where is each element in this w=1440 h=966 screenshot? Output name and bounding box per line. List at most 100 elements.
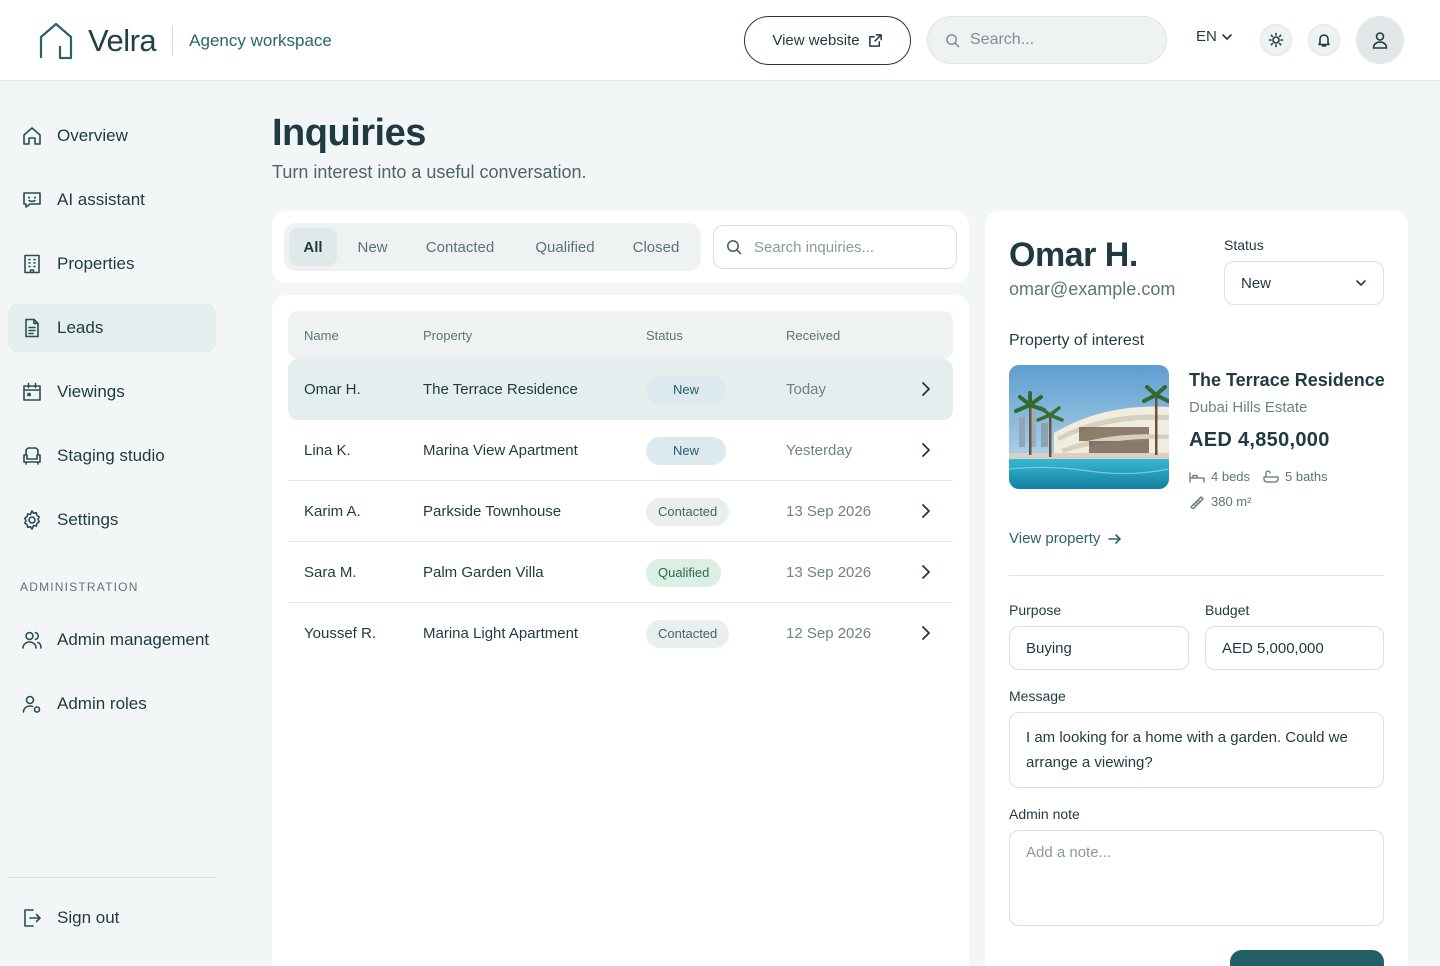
sidebar-item-ai-assistant[interactable]: AI assistant (8, 176, 216, 224)
administration-section-label: ADMINISTRATION (20, 580, 139, 594)
budget-label: Budget (1205, 602, 1250, 618)
notifications-button[interactable] (1308, 24, 1340, 56)
sidebar-item-viewings[interactable]: Viewings (8, 368, 216, 416)
arrow-right-icon (1108, 533, 1122, 544)
row-received: 13 Sep 2026 (786, 564, 872, 581)
status-badge: Contacted (646, 619, 730, 648)
calendar-icon (23, 382, 41, 401)
table-header: Name Property Status Received (288, 311, 953, 359)
page-subtitle: Turn interest into a useful conversation… (272, 162, 587, 182)
language-select[interactable]: EN (1196, 28, 1233, 45)
sofa-icon (23, 447, 41, 465)
row-received: 12 Sep 2026 (786, 625, 872, 642)
baths-label: 5 baths (1285, 469, 1328, 484)
inquiry-search-input[interactable]: Search inquiries... (713, 225, 957, 269)
building-icon (24, 254, 40, 274)
sidebar-item-properties[interactable]: Properties (8, 240, 216, 288)
row-property: Palm Garden Villa (423, 564, 544, 581)
lead-email[interactable]: omar@example.com (1009, 279, 1175, 300)
view-website-button[interactable]: View website (744, 16, 911, 65)
ruler-icon (1190, 495, 1204, 509)
sidebar-item-label: Leads (57, 318, 104, 337)
sidebar-divider (8, 877, 216, 878)
admin-note-input[interactable]: Add a note... (1009, 830, 1384, 926)
message-field[interactable]: I am looking for a home with a garden. C… (1009, 712, 1384, 788)
chevron-right-icon[interactable] (919, 625, 933, 641)
sidebar-item-label: Properties (57, 254, 135, 273)
row-name: Youssef R. (304, 625, 376, 642)
chevron-down-icon (1222, 33, 1232, 40)
bath-icon (1263, 469, 1279, 483)
sidebar-item-admin-management[interactable]: Admin management (8, 616, 216, 664)
tab-contacted[interactable]: Contacted (410, 228, 510, 266)
purpose-field[interactable]: Buying (1009, 626, 1189, 670)
view-property-label: View property (1009, 530, 1101, 547)
row-property: Parkside Townhouse (423, 503, 562, 520)
theme-toggle-button[interactable] (1260, 24, 1292, 56)
global-search-input[interactable]: Search... (927, 16, 1167, 64)
admin-note-label: Admin note (1009, 806, 1080, 822)
tab-all[interactable]: All (289, 228, 337, 266)
sidebar-item-label: Admin roles (57, 694, 147, 713)
status-badge: Contacted (646, 497, 730, 526)
row-received: Yesterday (786, 442, 853, 459)
panel-divider (1009, 575, 1384, 576)
user-shield-icon (22, 695, 41, 713)
user-avatar-button[interactable] (1356, 16, 1404, 64)
property-area: 380 m² (1189, 494, 1251, 509)
property-baths: 5 baths (1263, 469, 1328, 484)
table-row[interactable]: Karim A. Parkside Townhouse Contacted 13… (288, 481, 953, 542)
row-property: Marina Light Apartment (423, 625, 579, 642)
tab-new[interactable]: New (344, 228, 401, 266)
tab-qualified[interactable]: Qualified (522, 228, 608, 266)
row-name: Lina K. (304, 442, 351, 459)
user-icon (1372, 32, 1388, 49)
sidebar-item-overview[interactable]: Overview (8, 112, 216, 160)
table-row[interactable]: Omar H. The Terrace Residence New Today (288, 359, 953, 420)
sidebar-item-settings[interactable]: Settings (8, 496, 216, 544)
status-select-value: New (1241, 274, 1272, 292)
workspace-label: Agency workspace (189, 31, 332, 50)
chat-bot-icon (23, 192, 41, 208)
search-icon (946, 33, 960, 47)
tab-closed[interactable]: Closed (620, 228, 692, 266)
budget-field[interactable]: AED 5,000,000 (1205, 626, 1384, 670)
sidebar-item-label: Overview (57, 126, 128, 145)
property-location: Dubai Hills Estate (1189, 399, 1308, 416)
column-header-received[interactable]: Received (786, 328, 840, 343)
row-name: Sara M. (304, 564, 357, 581)
sidebar-item-leads[interactable]: Leads (8, 304, 216, 352)
inquiry-search-placeholder: Search inquiries... (754, 238, 875, 256)
row-property: Marina View Apartment (423, 442, 578, 459)
column-header-name[interactable]: Name (304, 328, 339, 343)
users-icon (22, 631, 42, 649)
search-icon (727, 240, 742, 255)
chevron-right-icon[interactable] (919, 442, 933, 458)
row-received: 13 Sep 2026 (786, 503, 872, 520)
property-image[interactable] (1009, 365, 1169, 489)
chevron-right-icon[interactable] (919, 381, 933, 397)
table-row[interactable]: Lina K. Marina View Apartment New Yester… (288, 420, 953, 481)
view-property-link[interactable]: View property (1009, 530, 1122, 547)
chevron-down-icon (1356, 280, 1366, 286)
table-row[interactable]: Youssef R. Marina Light Apartment Contac… (288, 603, 953, 664)
save-button[interactable] (1230, 950, 1384, 966)
row-property: The Terrace Residence (423, 381, 578, 398)
chevron-right-icon[interactable] (919, 503, 933, 519)
sidebar-item-staging-studio[interactable]: Staging studio (8, 432, 216, 480)
brand[interactable]: Velra Agency workspace (38, 22, 332, 60)
column-header-status[interactable]: Status (646, 328, 683, 343)
external-link-icon (868, 34, 882, 47)
row-name: Omar H. (304, 381, 361, 398)
table-row[interactable]: Sara M. Palm Garden Villa Qualified 13 S… (288, 542, 953, 603)
column-header-property[interactable]: Property (423, 328, 472, 343)
page-title: Inquiries (272, 112, 426, 154)
sidebar-item-label: Staging studio (57, 446, 165, 465)
area-label: 380 m² (1211, 494, 1252, 509)
status-select[interactable]: New (1224, 261, 1384, 305)
chevron-right-icon[interactable] (919, 564, 933, 580)
sign-out-button[interactable]: Sign out (8, 894, 216, 942)
villa-pool-illustration (1009, 365, 1169, 489)
status-tabs: All New Contacted Qualified Closed (284, 223, 701, 271)
sidebar-item-admin-roles[interactable]: Admin roles (8, 680, 216, 728)
